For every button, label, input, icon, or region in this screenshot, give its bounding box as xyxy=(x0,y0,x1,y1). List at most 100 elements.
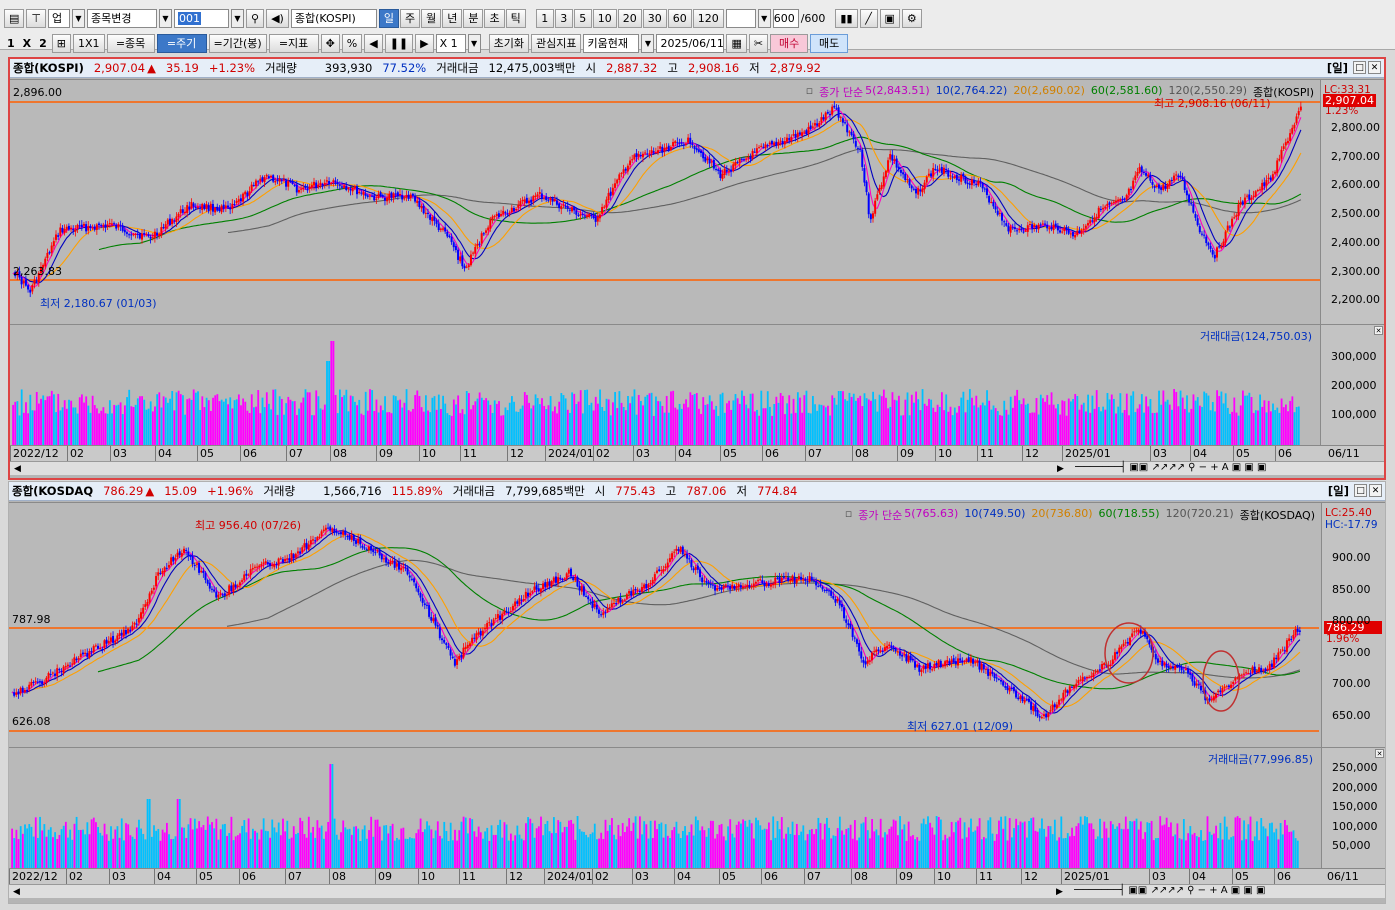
zoom-tools-icon[interactable]: ╶───────┤ ▣▣ ↗↗↗↗ ⚲ − + A ▣ ▣ ▣ xyxy=(1071,885,1265,896)
layout-2[interactable]: 2 xyxy=(36,37,50,50)
calendar-icon[interactable]: ▦ xyxy=(726,33,747,53)
kosdaq-scrollbar[interactable]: ◀ ▶ ╶───────┤ ▣▣ ↗↗↗↗ ⚲ − + A ▣ ▣ ▣ xyxy=(9,884,1385,898)
chevron-down-icon[interactable]: ▼ xyxy=(467,33,481,53)
grid-icon[interactable]: ⊞ xyxy=(51,33,72,53)
prev-icon[interactable]: ◀ xyxy=(364,33,383,53)
close-icon[interactable]: ✕ xyxy=(1374,326,1383,335)
close-icon[interactable]: ✕ xyxy=(1369,484,1382,497)
chevron-down-icon[interactable]: ▼ xyxy=(159,8,172,28)
candle-body xyxy=(351,188,354,192)
gear-icon[interactable]: ⚙ xyxy=(901,8,922,28)
maximize-icon[interactable]: □ xyxy=(1353,61,1366,74)
type-select[interactable]: 업 xyxy=(48,8,70,28)
chevron-down-icon[interactable]: ▼ xyxy=(757,8,771,28)
next-icon[interactable]: ▶ xyxy=(415,33,434,53)
minute-tab-1[interactable]: 3 xyxy=(554,8,573,28)
count-input[interactable]: 600 xyxy=(772,8,799,28)
minute-tab-2[interactable]: 5 xyxy=(573,8,592,28)
line-tool-icon[interactable]: ╱ xyxy=(859,8,878,28)
candle-body xyxy=(425,604,428,606)
range-button[interactable]: =기간(봉) xyxy=(208,33,267,53)
layout-1[interactable]: 1 xyxy=(4,37,18,50)
volume-bar xyxy=(751,393,754,446)
period-tab-1[interactable]: 주 xyxy=(399,8,421,28)
kiwoom-select[interactable]: 키움현재 xyxy=(583,33,640,53)
volume-bar xyxy=(456,840,459,869)
pause-icon[interactable]: ❚❚ xyxy=(384,33,414,53)
period-tab-3[interactable]: 년 xyxy=(442,8,463,28)
candle-icon[interactable]: ▮▮ xyxy=(835,8,858,28)
grid-1x1-button[interactable]: 1X1 xyxy=(73,33,105,53)
kospi-scrollbar[interactable]: ◀ ▶ ╶───────┤ ▣▣ ↗↗↗↗ ⚲ − + A ▣ ▣ ▣ xyxy=(10,461,1384,475)
volume-bar xyxy=(584,390,586,446)
date-input[interactable]: 2025/06/11 xyxy=(656,33,725,53)
layout-x[interactable]: X xyxy=(20,37,34,50)
scroll-right-icon[interactable]: ▶ xyxy=(1054,462,1067,475)
date-tick: 07 xyxy=(808,447,822,460)
stock-name-field[interactable]: 종합(KOSPI) xyxy=(290,8,377,28)
volume-bar xyxy=(100,410,103,446)
minute-tab-5[interactable]: 30 xyxy=(642,8,667,28)
kospi-price-chart[interactable]: LC:33.31 2,907.04 1.23% 2,800.00 2,700.00… xyxy=(10,79,1384,325)
minute-tab-4[interactable]: 20 xyxy=(617,8,642,28)
period-tab-0[interactable]: 일 xyxy=(378,8,399,28)
buy-button[interactable]: 매수 xyxy=(770,33,809,53)
period-button[interactable]: =주기 xyxy=(156,33,207,53)
volume-bar xyxy=(1107,837,1110,869)
close-icon[interactable]: ✕ xyxy=(1375,749,1384,758)
zoom-tools-icon[interactable]: ╶───────┤ ▣▣ ↗↗↗↗ ⚲ − + A ▣ ▣ ▣ xyxy=(1072,462,1266,473)
minute-tab-7[interactable]: 120 xyxy=(692,8,724,28)
search-icon[interactable]: ⚲ xyxy=(246,8,265,28)
period-tab-4[interactable]: 분 xyxy=(463,8,484,28)
minute-tab-3[interactable]: 10 xyxy=(592,8,617,28)
kosdaq-price-chart[interactable]: LC:25.40 HC:-17.79 786.29 1.96% 900.00 85… xyxy=(9,502,1385,748)
scissors-icon[interactable]: ✂ xyxy=(748,33,769,53)
volume-bar xyxy=(1230,837,1233,869)
volume-bar xyxy=(311,415,313,446)
maximize-icon[interactable]: □ xyxy=(1354,484,1367,497)
period-tab-5[interactable]: 초 xyxy=(484,8,505,28)
stock-button[interactable]: =종목 xyxy=(106,33,155,53)
volume-bar xyxy=(1139,821,1142,869)
candle-body xyxy=(262,562,265,564)
candle-body xyxy=(922,665,925,670)
minute-tab-6[interactable]: 60 xyxy=(667,8,692,28)
candle-body xyxy=(1081,676,1084,682)
candle-body xyxy=(325,180,328,182)
kospi-volume-chart[interactable]: 300,000 200,000 100,000 거래대금(124,750.03) ✕ xyxy=(10,324,1384,446)
minute-tab-0[interactable]: 1 xyxy=(535,8,554,28)
indicator-button[interactable]: =지표 xyxy=(268,33,319,53)
chevron-down-icon[interactable]: ▼ xyxy=(641,33,655,53)
ma20-line xyxy=(11,533,1301,708)
chevron-down-icon[interactable]: ▼ xyxy=(72,8,85,28)
code-input[interactable]: 001 xyxy=(174,8,229,28)
volume-bar xyxy=(689,392,692,446)
screen-icon[interactable]: ▤ xyxy=(4,8,25,28)
pin-icon[interactable]: ⊤ xyxy=(26,8,46,28)
candle-body xyxy=(1169,666,1172,668)
save-icon[interactable]: ▣ xyxy=(879,8,900,28)
close-icon[interactable]: ✕ xyxy=(1368,61,1381,74)
period-tab-6[interactable]: 틱 xyxy=(505,8,526,28)
volume-bar xyxy=(745,404,748,446)
scroll-right-icon[interactable]: ▶ xyxy=(1053,885,1066,898)
change-stock-select[interactable]: 종목변경 xyxy=(87,8,157,28)
zoom-select[interactable]: X 1 xyxy=(435,33,466,53)
candle-body xyxy=(590,214,593,216)
sell-button[interactable]: 매도 xyxy=(810,33,849,53)
percent-button[interactable]: % xyxy=(341,33,363,53)
period-tab-2[interactable]: 월 xyxy=(421,8,442,28)
watch-indicator-button[interactable]: 관심지표 xyxy=(530,33,582,53)
scroll-left-icon[interactable]: ◀ xyxy=(11,462,24,475)
volume-bar xyxy=(1081,824,1084,869)
kosdaq-volume-chart[interactable]: 250,000 200,000 150,000 100,000 50,000 거래대금(… xyxy=(9,747,1385,869)
reset-button[interactable]: 초기화 xyxy=(488,33,529,53)
speaker-icon[interactable]: ◀) xyxy=(266,8,289,28)
crosshair-icon[interactable]: ✥ xyxy=(320,33,340,53)
chevron-down-icon[interactable]: ▼ xyxy=(231,8,244,28)
volume-bar xyxy=(716,834,719,869)
minute-input[interactable] xyxy=(725,8,756,28)
scroll-left-icon[interactable]: ◀ xyxy=(10,885,23,898)
candle-body xyxy=(996,210,999,215)
date-gridline xyxy=(419,446,420,461)
